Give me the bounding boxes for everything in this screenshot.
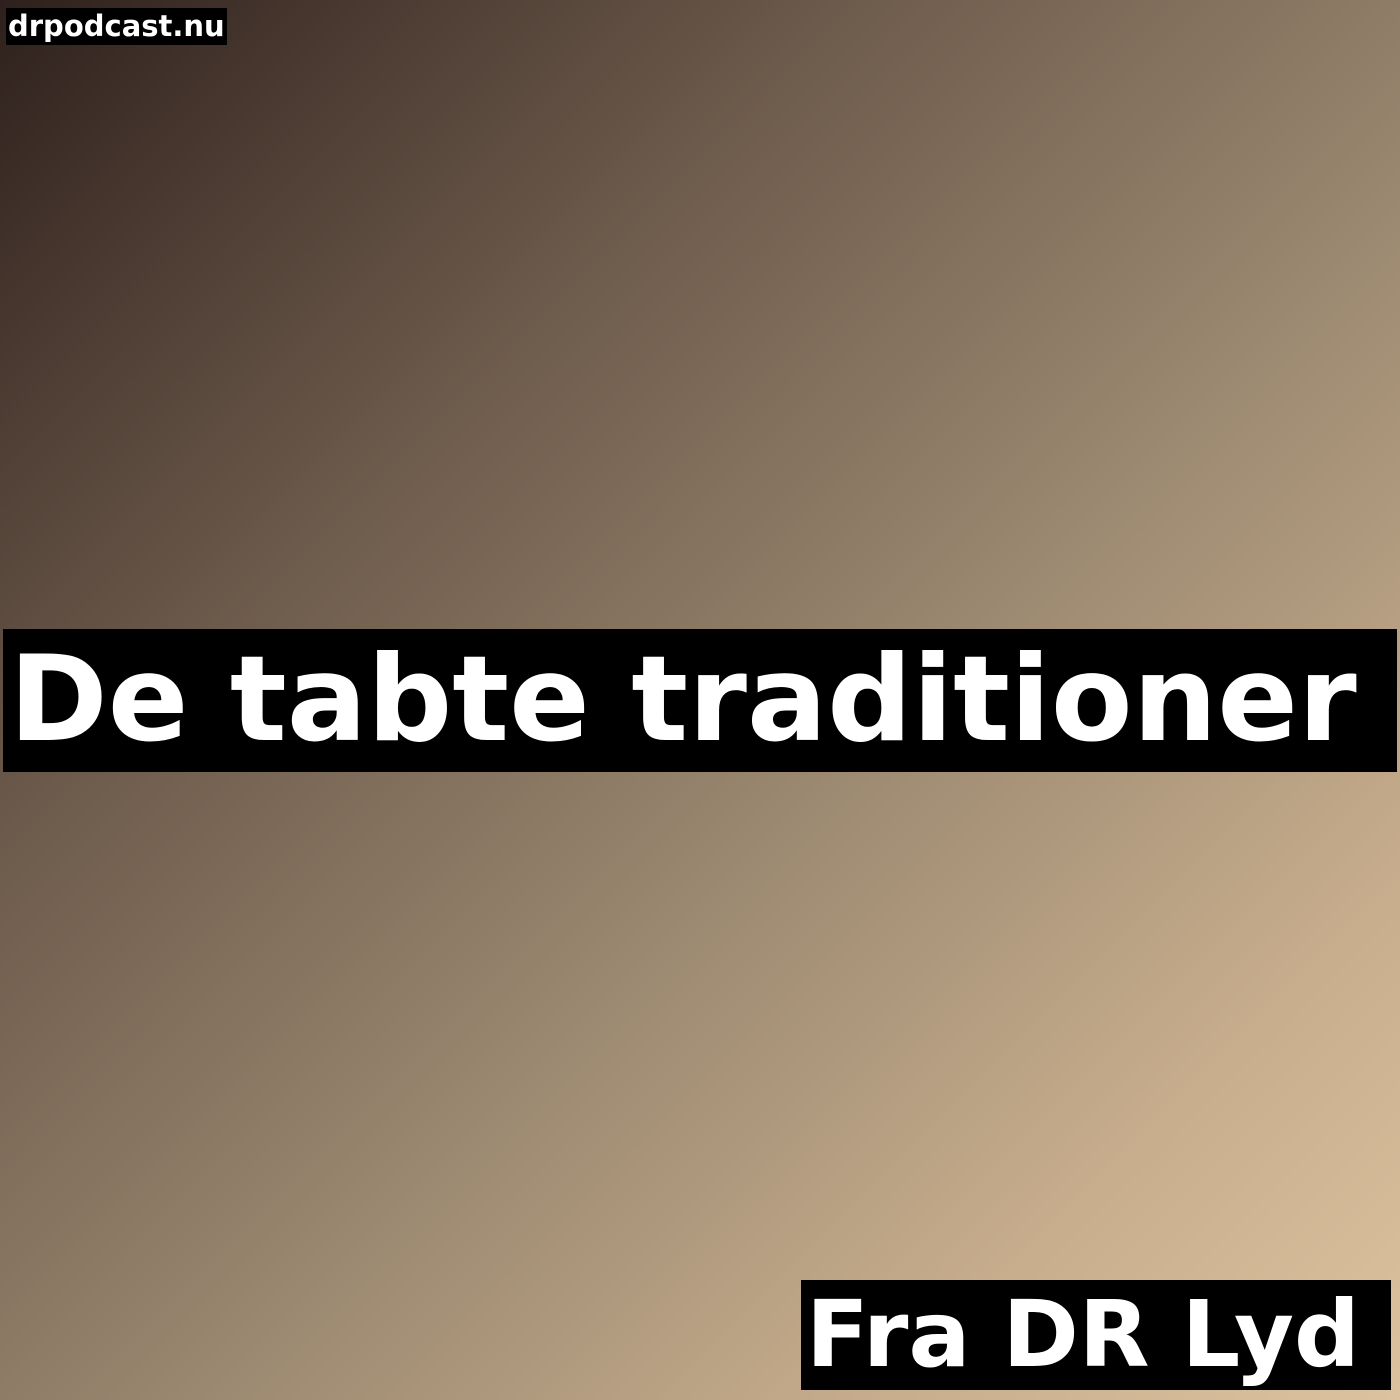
podcast-title: De tabte traditioner [9, 631, 1357, 769]
podcast-cover: drpodcast.nu De tabte traditioner Fra DR… [0, 0, 1400, 1400]
site-label: drpodcast.nu [6, 8, 227, 45]
podcast-source: Fra DR Lyd [806, 1281, 1360, 1388]
source-banner: Fra DR Lyd [801, 1280, 1391, 1390]
title-banner: De tabte traditioner [3, 629, 1397, 772]
